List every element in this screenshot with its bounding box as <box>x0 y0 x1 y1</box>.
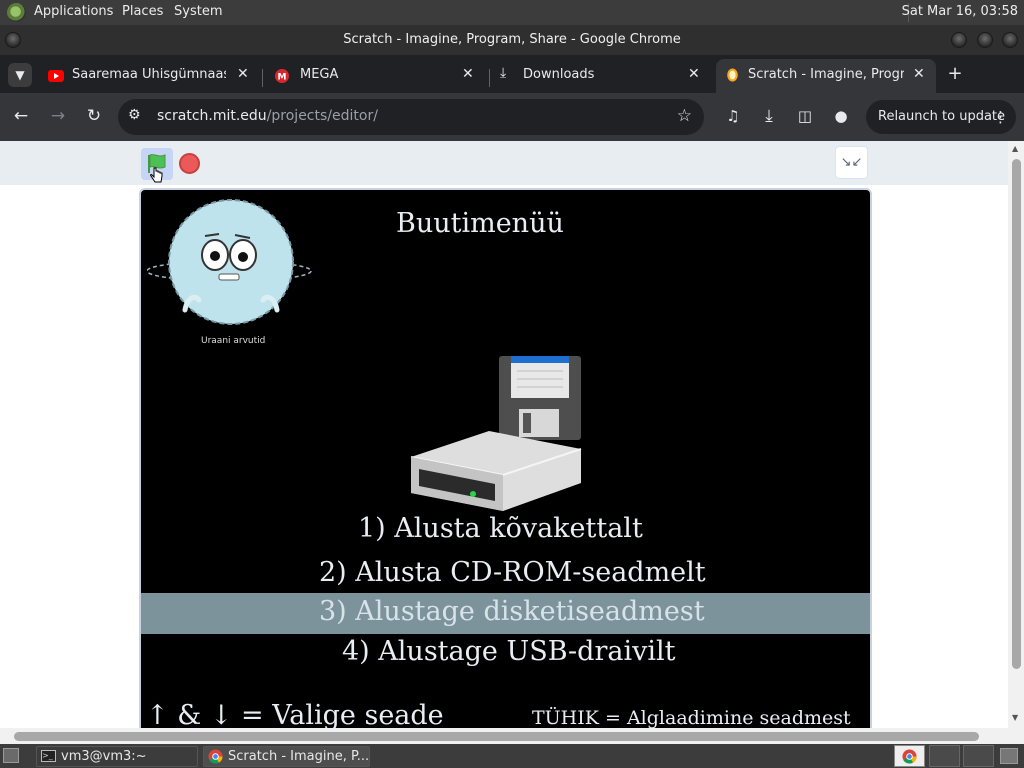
boot-hint: TÜHIK = Alglaadimine seadmest <box>532 707 851 729</box>
window-titlebar[interactable]: Scratch - Imagine, Program, Share - Goog… <box>0 25 1024 55</box>
chrome-icon <box>208 749 223 764</box>
system-menu[interactable]: System <box>174 4 222 19</box>
scrollbar-thumb[interactable] <box>14 732 979 741</box>
tab-strip: ▼ Saaremaa Ühisgümnaasium ✕ M MEGA ✕ ⤓ D… <box>0 55 1024 93</box>
url-host: scratch.mit.edu <box>157 108 267 124</box>
taskbar-item-label: vm3@vm3:~ <box>61 749 147 764</box>
workspace-3[interactable] <box>963 745 994 767</box>
site-info-icon[interactable]: ⚙ <box>128 107 141 123</box>
places-menu[interactable]: Places <box>122 4 163 19</box>
maximize-button[interactable] <box>977 32 993 48</box>
taskbar-item-terminal[interactable]: >_ vm3@vm3:~ <box>36 746 198 767</box>
tab-mega[interactable]: M MEGA ✕ <box>264 59 488 93</box>
close-tab-icon[interactable]: ✕ <box>462 66 474 82</box>
top-panel: Applications Places System Sat Mar 16, 0… <box>0 0 1024 25</box>
applications-menu[interactable]: Applications <box>34 4 113 19</box>
download-icon: ⤓ <box>500 65 507 81</box>
scroll-up-icon[interactable]: ▲ <box>1012 144 1018 153</box>
hand-cursor-icon <box>150 167 163 183</box>
workspace-2[interactable] <box>929 745 960 767</box>
mega-icon: M <box>275 69 289 83</box>
collapse-icon: ↘↙ <box>840 155 863 170</box>
close-tab-icon[interactable]: ✕ <box>688 66 700 82</box>
workspace-switcher[interactable] <box>894 745 925 767</box>
url-text[interactable]: scratch.mit.edu/projects/editor/ <box>157 108 378 124</box>
trash-icon[interactable] <box>1000 748 1018 764</box>
navigation-hint: ↑ & ↓ = Valige seade <box>146 700 444 731</box>
svg-text:M: M <box>278 73 287 83</box>
scratch-icon <box>727 68 738 82</box>
youtube-icon <box>48 70 64 82</box>
side-panel-icon[interactable]: ◫ <box>795 106 815 126</box>
tab-divider <box>262 69 263 87</box>
close-tab-icon[interactable]: ✕ <box>913 66 925 82</box>
vertical-scrollbar[interactable]: ▲ ▼ <box>1008 141 1024 744</box>
chevron-down-icon: ▼ <box>15 68 25 82</box>
reload-icon[interactable]: ↻ <box>84 106 104 126</box>
stage-header: ↘↙ <box>0 141 1008 185</box>
downloads-icon[interactable]: ⤓ <box>759 106 779 126</box>
page-content: ↘↙ Uraani arvutid Buutimenüü 1) Alusta k… <box>0 141 1024 744</box>
minimize-button[interactable] <box>951 32 967 48</box>
more-menu-icon[interactable]: ⋮ <box>993 100 1008 134</box>
window-menu-icon[interactable] <box>5 32 21 48</box>
boot-option-1[interactable]: 1) Alusta kõvakettalt <box>358 513 643 544</box>
tab-search-button[interactable]: ▼ <box>8 63 32 87</box>
taskbar-item-label: Scratch - Imagine, P... <box>228 749 370 764</box>
forward-icon[interactable]: → <box>48 106 68 126</box>
terminal-icon: >_ <box>41 750 56 762</box>
clock[interactable]: Sat Mar 16, 03:58 <box>902 4 1018 19</box>
media-controls-icon[interactable]: ♫ <box>723 106 743 126</box>
show-desktop-icon[interactable] <box>3 748 19 763</box>
tab-title: MEGA <box>300 67 339 82</box>
floppy-drive-image <box>410 356 582 511</box>
exit-fullscreen-button[interactable]: ↘↙ <box>835 146 868 179</box>
gnome-logo-icon[interactable] <box>7 3 26 22</box>
close-tab-icon[interactable]: ✕ <box>237 66 249 82</box>
tab-downloads[interactable]: ⤓ Downloads ✕ <box>490 59 714 93</box>
tab-youtube[interactable]: Saaremaa Ühisgümnaasium ✕ <box>36 59 260 93</box>
chrome-icon <box>902 749 917 764</box>
plus-icon: + <box>947 63 963 84</box>
taskbar-item-chrome[interactable]: Scratch - Imagine, P... <box>203 746 370 767</box>
character-caption: Uraani arvutid <box>201 336 266 346</box>
back-icon[interactable]: ← <box>11 106 31 126</box>
boot-option-3[interactable]: 3) Alustage disketiseadmest <box>319 596 705 627</box>
stop-button[interactable] <box>179 153 200 174</box>
boot-option-2[interactable]: 2) Alusta CD-ROM-seadmelt <box>319 557 706 588</box>
scrollbar-thumb[interactable] <box>1012 159 1021 669</box>
taskbar: >_ vm3@vm3:~ Scratch - Imagine, P... <box>0 744 1024 768</box>
boot-menu-title: Buutimenüü <box>396 208 564 239</box>
horizontal-scrollbar[interactable] <box>0 728 1008 744</box>
uranus-sprite <box>147 199 312 325</box>
relaunch-label: Relaunch to update <box>878 109 1006 124</box>
new-tab-button[interactable]: + <box>944 63 966 85</box>
bookmark-star-icon[interactable]: ☆ <box>677 106 692 126</box>
scratch-stage[interactable]: Uraani arvutid Buutimenüü 1) Alusta kõva… <box>139 188 872 744</box>
relaunch-button[interactable]: Relaunch to update ⋮ <box>866 100 1016 134</box>
tab-title: Downloads <box>523 67 595 82</box>
boot-option-4[interactable]: 4) Alustage USB-draivilt <box>342 636 675 667</box>
browser-toolbar: ← → ↻ ⚙ scratch.mit.edu/projects/editor/… <box>0 93 1024 141</box>
green-flag-button[interactable] <box>141 148 173 183</box>
tab-title: Saaremaa Ühisgümnaasium <box>72 67 226 82</box>
scroll-down-icon[interactable]: ▼ <box>1012 713 1018 722</box>
address-bar[interactable]: ⚙ scratch.mit.edu/projects/editor/ ☆ <box>118 99 704 135</box>
close-window-button[interactable] <box>1002 32 1018 48</box>
tab-scratch[interactable]: Scratch - Imagine, Program ✕ <box>716 59 936 93</box>
url-path: /projects/editor/ <box>266 108 378 124</box>
profile-icon[interactable]: ● <box>831 106 851 126</box>
window-title: Scratch - Imagine, Program, Share - Goog… <box>343 32 681 47</box>
tab-title: Scratch - Imagine, Program <box>748 67 904 82</box>
